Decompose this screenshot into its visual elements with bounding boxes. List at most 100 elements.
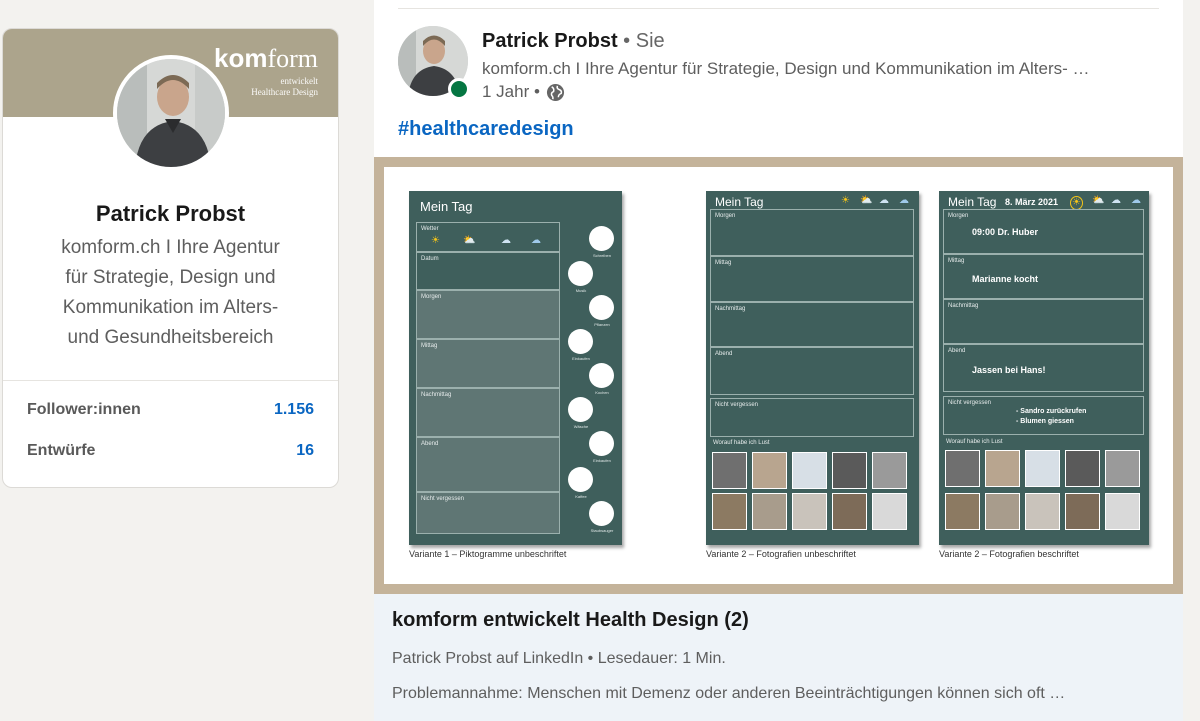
cloud-icon: ☁ xyxy=(501,235,511,246)
cloud-icon: ☁ xyxy=(1111,195,1121,206)
slot-label: Nicht vergessen xyxy=(948,400,992,406)
pictogram-label: Pflanzen xyxy=(594,322,610,327)
writing-icon xyxy=(589,226,614,251)
activity-photo xyxy=(945,450,980,487)
pictogram-label: Musik xyxy=(575,288,587,293)
post-image[interactable]: Mein Tag Wetter ☀ ⛅ ☁ ☁ Datum Morgen Mit… xyxy=(374,157,1183,594)
author-degree: Sie xyxy=(635,30,665,52)
activity-photo xyxy=(792,452,827,489)
note-evening: Jassen bei Hans! xyxy=(972,365,1046,375)
pictogram-label: Staubsauger xyxy=(590,528,614,533)
page-gutter xyxy=(1183,0,1200,721)
board-variant-2: Mein Tag ☀ ⛅ ☁ ☁ Morgen Mittag Nachmitta… xyxy=(706,191,919,545)
activity-photo xyxy=(872,452,907,489)
rain-icon: ☁ xyxy=(531,235,541,246)
slot-noon: Mittag xyxy=(416,339,560,388)
globe-icon[interactable] xyxy=(546,83,565,102)
activity-photo xyxy=(1025,450,1060,487)
post-time: 1 Jahr • xyxy=(482,82,540,101)
slot-label: Morgen xyxy=(948,213,969,219)
pictogram-label: Einkaufen xyxy=(572,356,590,361)
variant-caption: Variante 2 – Fotografien beschriftet xyxy=(939,549,1079,559)
slot-morning: Morgen xyxy=(710,209,914,256)
feed-post: Patrick Probst • Sie komform.ch I Ihre A… xyxy=(374,0,1183,721)
slot-label: Abend xyxy=(421,441,439,447)
board-title: Mein Tag xyxy=(948,195,997,209)
coffee-icon xyxy=(568,467,593,492)
author-headline: komform.ch I Ihre Agentur für Strategie,… xyxy=(482,59,1090,78)
pictogram-label: Wäsche xyxy=(573,424,589,429)
banner-logo: komform xyxy=(213,43,318,73)
partly-cloudy-icon: ⛅ xyxy=(1092,195,1105,206)
slot-label: Nachmittag xyxy=(715,306,746,312)
note-todo: - Sandro zurückrufen xyxy=(1016,408,1087,415)
stat-value: 1.156 xyxy=(273,401,314,418)
board-variant-3: Mein Tag 8. März 2021 ☀ ⛅ ☁ ☁ Morgen 09:… xyxy=(939,191,1149,545)
slot-afternoon: Nachmittag xyxy=(943,299,1144,344)
slot-label: Mittag xyxy=(715,260,732,266)
partly-cloudy-icon: ⛅ xyxy=(463,235,476,246)
online-status-icon xyxy=(448,78,470,100)
avatar[interactable] xyxy=(113,55,229,171)
vacuum-icon xyxy=(589,501,614,526)
slot-label: Nachmittag xyxy=(948,303,979,309)
board-variant-1: Mein Tag Wetter ☀ ⛅ ☁ ☁ Datum Morgen Mit… xyxy=(409,191,622,545)
slot-afternoon: Nachmittag xyxy=(416,388,560,437)
slot-weather: Wetter ☀ ⛅ ☁ ☁ xyxy=(416,222,560,252)
pictogram-label: Kochen xyxy=(595,390,609,395)
slot-label: Mittag xyxy=(421,343,438,349)
slot-label: Worauf habe ich Lust xyxy=(713,440,770,446)
activity-photo xyxy=(945,493,980,530)
board-date: 8. März 2021 xyxy=(1005,197,1059,207)
author-name[interactable]: Patrick Probst xyxy=(482,30,618,52)
activity-photo xyxy=(1105,450,1140,487)
activity-photo xyxy=(985,493,1020,530)
slot-label: Morgen xyxy=(715,213,736,219)
pictogram-label: Schreiben xyxy=(592,253,611,258)
activity-photo xyxy=(1025,493,1060,530)
stat-value: 16 xyxy=(296,442,314,459)
pictogram-label: Einkaufen xyxy=(593,458,611,463)
article-preview[interactable]: komform entwickelt Health Design (2) Pat… xyxy=(374,594,1183,721)
sun-icon: ☀ xyxy=(1070,196,1083,210)
post-meta: 1 Jahr • xyxy=(482,82,565,102)
pictogram-label: Kaffee xyxy=(575,494,587,499)
music-icon xyxy=(568,261,593,286)
note-morning: 09:00 Dr. Huber xyxy=(972,227,1039,237)
activity-photo xyxy=(712,452,747,489)
article-source: Patrick Probst auf LinkedIn • Lesedauer:… xyxy=(392,650,726,667)
rain-icon: ☁ xyxy=(1131,195,1141,206)
activity-photo xyxy=(752,452,787,489)
plant-icon xyxy=(589,295,614,320)
sun-icon: ☀ xyxy=(431,235,440,246)
activity-photo xyxy=(872,493,907,530)
slot-reminder: Nicht vergessen xyxy=(416,492,560,534)
article-title[interactable]: komform entwickelt Health Design (2) xyxy=(392,609,749,632)
slot-evening: Abend xyxy=(416,437,560,492)
slot-date: Datum xyxy=(416,252,560,290)
activity-photo xyxy=(752,493,787,530)
sun-icon: ☀ xyxy=(841,195,850,206)
stat-label: Entwürfe xyxy=(27,442,96,459)
slot-label: Datum xyxy=(421,256,439,262)
partly-cloudy-icon: ⛅ xyxy=(860,195,873,206)
stat-label: Follower:innen xyxy=(27,401,141,418)
stat-drafts[interactable]: Entwürfe 16 xyxy=(27,439,314,463)
slot-noon: Mittag Marianne kocht xyxy=(943,254,1144,299)
slot-label: Mittag xyxy=(948,258,965,264)
activity-photo xyxy=(985,450,1020,487)
note-todo: - Blumen giessen xyxy=(1016,418,1074,425)
slot-label: Abend xyxy=(715,351,733,357)
slot-morning: Morgen 09:00 Dr. Huber xyxy=(943,209,1144,254)
divider xyxy=(3,380,338,381)
stat-followers[interactable]: Follower:innen 1.156 xyxy=(27,398,314,422)
cart-icon xyxy=(589,431,614,456)
hashtag-link[interactable]: #healthcaredesign xyxy=(398,118,574,141)
post-image-content: Mein Tag Wetter ☀ ⛅ ☁ ☁ Datum Morgen Mit… xyxy=(384,167,1173,584)
profile-name[interactable]: Patrick Probst xyxy=(3,201,338,227)
activity-photo xyxy=(832,452,867,489)
cloud-icon: ☁ xyxy=(879,195,889,206)
author-line: Patrick Probst • Sie xyxy=(482,30,665,53)
slot-noon: Mittag xyxy=(710,256,914,302)
board-title: Mein Tag xyxy=(715,195,764,209)
